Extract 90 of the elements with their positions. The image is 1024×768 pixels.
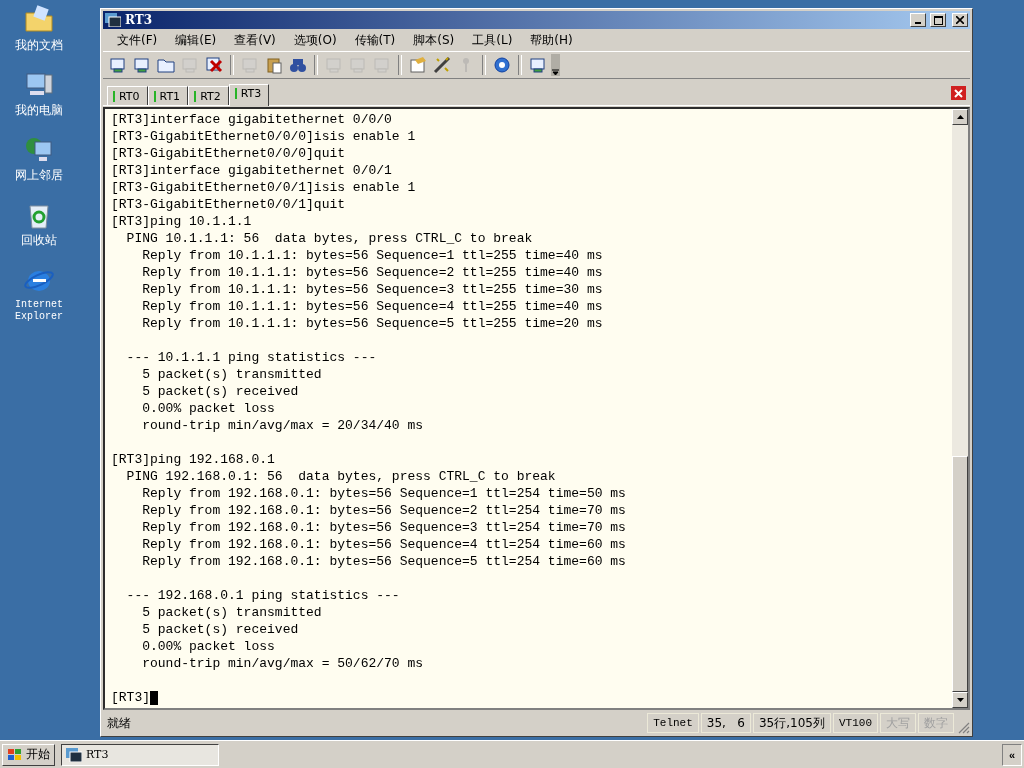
terminal-line: 0.00% packet loss xyxy=(141,400,275,417)
desktop-icon-label[interactable]: 我的电脑 xyxy=(15,104,63,116)
status-pane: VT100 xyxy=(833,713,878,733)
app-icon xyxy=(105,13,121,27)
desktop-icon-label[interactable]: 我的文档 xyxy=(15,39,63,51)
maximize-icon xyxy=(933,15,943,25)
maximize-button[interactable] xyxy=(930,13,946,27)
terminal-line: 5 packet(s) received xyxy=(141,383,299,400)
close-button[interactable] xyxy=(952,13,968,27)
start-button[interactable]: 开始 xyxy=(2,743,55,766)
status-mark-icon xyxy=(153,90,156,102)
options-icon xyxy=(409,56,427,74)
terminal-line: Reply from 192.168.0.1: bytes=56 Sequence=2 ttl=254 time=70 ms xyxy=(141,502,626,519)
terminal-line: [RT3]ping 10.1.1.1 xyxy=(111,213,252,230)
close-tab-button[interactable] xyxy=(951,86,966,100)
toolbar-button[interactable] xyxy=(491,54,513,76)
toolbar-button[interactable] xyxy=(407,54,429,76)
session-tab[interactable]: RT1 xyxy=(147,86,189,105)
menu-item[interactable]: 文件(F) xyxy=(109,31,166,49)
terminal-line: Reply from 10.1.1.1: bytes=56 Sequence=4 ttl=255 time=40 ms xyxy=(141,298,603,315)
terminal-line: Reply from 192.168.0.1: bytes=56 Sequence=5 ttl=254 time=60 ms xyxy=(141,553,626,570)
session-tab[interactable]: RT2 xyxy=(188,86,229,105)
terminal-line: [RT3]interface gigabitethernet 0/0/0 xyxy=(111,111,392,128)
folder-icon xyxy=(157,56,175,74)
desktop-icon-label[interactable]: Internet Explorer xyxy=(11,299,67,323)
paste-icon xyxy=(265,56,283,74)
scroll-thumb[interactable] xyxy=(952,456,968,692)
close-icon xyxy=(954,88,963,98)
resize-grip-icon[interactable] xyxy=(956,720,970,734)
status-mark-icon xyxy=(234,88,237,99)
disconnect-icon xyxy=(205,56,223,74)
show-tray-button[interactable]: « xyxy=(1002,743,1022,766)
menu-item[interactable]: 工具(L) xyxy=(464,31,521,49)
session-tab[interactable]: RT0 xyxy=(107,86,148,105)
close-icon xyxy=(956,16,964,24)
scroll-down-button[interactable] xyxy=(952,692,968,708)
down-arrow-icon xyxy=(956,698,964,702)
terminal-line: 5 packet(s) received xyxy=(141,621,299,638)
terminal-line: [RT3-GigabitEthernet0/0/1]isis enable 1 xyxy=(111,179,416,196)
taskbar-task-button[interactable]: RT3 xyxy=(61,743,219,766)
minimize-button[interactable] xyxy=(910,13,926,27)
status-message: 就绪 xyxy=(107,714,132,732)
terminal-line: 5 packet(s) transmitted xyxy=(141,604,322,621)
terminal-line: [RT3]interface gigabitethernet 0/0/1 xyxy=(111,162,392,179)
terminal-line: PING 10.1.1.1: 56 data bytes, press CTRL_C to break xyxy=(125,230,533,247)
terminal-line: Reply from 10.1.1.1: bytes=56 Sequence=5 ttl=255 time=20 ms xyxy=(141,315,603,332)
terminal-line: 5 packet(s) transmitted xyxy=(141,366,322,383)
status-mark-icon xyxy=(194,90,197,102)
terminal-line: Reply from 192.168.0.1: bytes=56 Sequence=4 ttl=254 time=60 ms xyxy=(141,536,626,553)
scrollbar[interactable] xyxy=(952,109,968,708)
menu-item[interactable]: 编辑(E) xyxy=(167,31,225,49)
menu-item[interactable]: 脚本(S) xyxy=(405,31,463,49)
terminal-line: Reply from 10.1.1.1: bytes=56 Sequence=1 ttl=255 time=40 ms xyxy=(141,247,603,264)
status-pane: Telnet xyxy=(647,713,699,733)
terminal-line: 0.00% packet loss xyxy=(141,638,275,655)
terminal-line: PING 192.168.0.1: 56 data bytes, press CTRL_C to break xyxy=(125,468,556,485)
terminal-line: [RT3]ping 192.168.0.1 xyxy=(111,451,275,468)
terminal-line: [RT3] xyxy=(111,689,150,706)
terminal-line: [RT3-GigabitEthernet0/0/0]isis enable 1 xyxy=(111,128,416,145)
desktop-icon-label[interactable]: 回收站 xyxy=(21,234,57,246)
text-cursor xyxy=(150,690,158,705)
status-pane: 35, 6 xyxy=(700,713,751,733)
desktop-icon-label[interactable]: 网上邻居 xyxy=(15,169,63,181)
terminal-line: [RT3-GigabitEthernet0/0/0]quit xyxy=(111,145,346,162)
terminal-line: Reply from 192.168.0.1: bytes=56 Sequence=1 ttl=254 time=50 ms xyxy=(141,485,626,502)
wand-icon xyxy=(433,56,451,74)
menu-item[interactable]: 选项(O) xyxy=(285,31,345,49)
terminal-line: Reply from 10.1.1.1: bytes=56 Sequence=3 ttl=255 time=30 ms xyxy=(141,281,603,298)
session-tab[interactable]: RT3 xyxy=(228,84,270,106)
terminal-line: [RT3-GigabitEthernet0/0/1]quit xyxy=(111,196,346,213)
menu-item[interactable]: 帮助(H) xyxy=(522,31,581,49)
window-title: RT3 xyxy=(125,13,154,27)
chevron-icon xyxy=(552,69,559,76)
terminal-line: --- 10.1.1.1 ping statistics --- xyxy=(125,349,377,366)
scroll-up-button[interactable] xyxy=(952,109,968,125)
terminal-screen[interactable] xyxy=(105,109,952,708)
terminal-line: --- 192.168.0.1 ping statistics --- xyxy=(125,587,400,604)
terminal-line: round-trip min/avg/max = 20/34/40 ms xyxy=(141,417,424,434)
toolbar-button[interactable] xyxy=(431,54,453,76)
up-arrow-icon xyxy=(956,115,964,119)
windows-logo-icon xyxy=(7,747,23,762)
status-pane: 35行,105列 xyxy=(753,713,831,733)
toolbar-overflow-button[interactable] xyxy=(551,54,560,76)
menu-item[interactable]: 传输(T) xyxy=(346,31,404,49)
app-icon xyxy=(66,747,82,762)
terminal-line: Reply from 10.1.1.1: bytes=56 Sequence=2 ttl=255 time=40 ms xyxy=(141,264,603,281)
terminal-line: round-trip min/avg/max = 50/62/70 ms xyxy=(141,655,424,672)
terminal-line: Reply from 192.168.0.1: bytes=56 Sequence=3 ttl=254 time=70 ms xyxy=(141,519,626,536)
help-icon xyxy=(493,56,511,74)
menu-item[interactable]: 查看(V) xyxy=(226,31,284,49)
